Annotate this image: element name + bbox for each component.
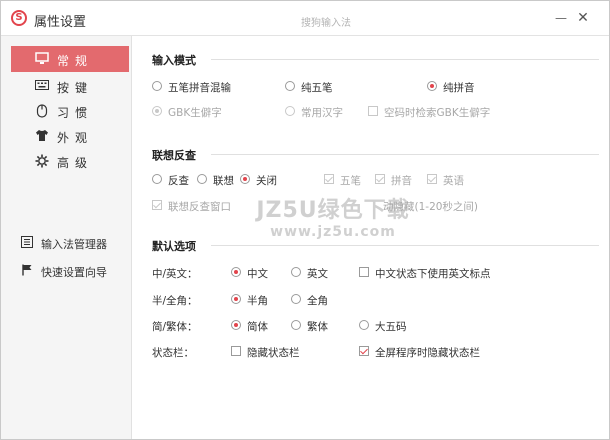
- simplified-traditional-label: 简/繁体：: [152, 321, 198, 333]
- radio-button[interactable]: [197, 174, 207, 184]
- defaults-title: 默认选项: [152, 240, 196, 253]
- radio-label: 关闭: [256, 175, 277, 187]
- flag-icon: [21, 264, 33, 276]
- sidebar-item-advanced[interactable]: 高级: [11, 148, 129, 174]
- tshirt-icon: [35, 129, 49, 143]
- reverse-lookup-title: 联想反查: [152, 149, 196, 162]
- section-divider: [211, 154, 599, 155]
- checkbox-checked[interactable]: [427, 174, 437, 184]
- radio-button[interactable]: [291, 267, 301, 277]
- window-title: 属性设置: [34, 15, 87, 30]
- checkbox[interactable]: [368, 106, 378, 116]
- tool-item-label: 输入法管理器: [41, 238, 107, 251]
- radio-button[interactable]: [152, 174, 162, 184]
- title-bar: S 属性设置 搜狗输入法 — ✕: [1, 1, 609, 36]
- sidebar-item-appearance[interactable]: 外观: [11, 123, 129, 149]
- tool-item-label: 快速设置向导: [41, 266, 107, 279]
- monitor-icon: [35, 52, 49, 66]
- radio-label: 联想: [213, 175, 234, 187]
- sidebar-item-label: 外观: [57, 131, 94, 145]
- sidebar-item-label: 常规: [57, 54, 94, 68]
- checkbox-label: 联想反查窗口: [168, 201, 231, 213]
- input-mode-title: 输入模式: [152, 54, 196, 67]
- checkbox-checked[interactable]: [152, 200, 162, 210]
- checkbox-checked[interactable]: [359, 346, 369, 356]
- checkbox-label: 英语: [443, 175, 464, 187]
- radio-label: 半角: [247, 295, 268, 307]
- section-divider: [211, 245, 599, 246]
- sidebar: 常规 按键 习惯 外观 高级 输入法管理器 快速设置向导: [1, 36, 132, 439]
- radio-button-selected[interactable]: [231, 294, 241, 304]
- radio-button[interactable]: [359, 320, 369, 330]
- checkbox-label: 空码时检索GBK生僻字: [384, 107, 491, 119]
- sidebar-item-label: 习惯: [57, 106, 94, 120]
- close-button[interactable]: ✕: [576, 11, 590, 25]
- radio-label: GBK生僻字: [168, 107, 222, 119]
- section-divider: [211, 59, 599, 60]
- watermark-url: www.jz5u.com: [270, 224, 396, 240]
- radio-label: 中文: [247, 268, 268, 280]
- keyboard-icon: [35, 79, 49, 93]
- radio-button-selected[interactable]: [152, 106, 162, 116]
- radio-button[interactable]: [285, 81, 295, 91]
- sidebar-item-keys[interactable]: 按键: [11, 73, 129, 99]
- radio-button[interactable]: [285, 106, 295, 116]
- checkbox-checked[interactable]: [324, 174, 334, 184]
- checkbox-label: 全屏程序时隐藏状态栏: [375, 347, 480, 359]
- sidebar-item-label: 按键: [57, 81, 94, 95]
- radio-label: 五笔拼音混输: [168, 82, 231, 94]
- sidebar-item-general[interactable]: 常规: [11, 46, 129, 72]
- radio-label: 繁体: [307, 321, 328, 333]
- product-name: 搜狗输入法: [301, 18, 351, 29]
- radio-button-selected[interactable]: [231, 267, 241, 277]
- radio-label: 纯拼音: [443, 82, 475, 94]
- checkbox[interactable]: [231, 346, 241, 356]
- checkbox-label: 中文状态下使用英文标点: [375, 268, 491, 280]
- radio-label: 简体: [247, 321, 268, 333]
- list-icon: [21, 236, 33, 248]
- autohide-range-label: 动隐藏(1-20秒之间): [383, 201, 479, 213]
- status-bar-label: 状态栏：: [152, 347, 194, 359]
- minimize-button[interactable]: —: [554, 11, 568, 25]
- radio-button[interactable]: [152, 81, 162, 91]
- radio-button-selected[interactable]: [240, 174, 250, 184]
- cn-en-label: 中/英文：: [152, 268, 198, 280]
- sidebar-item-habits[interactable]: 习惯: [11, 98, 129, 124]
- settings-window: S 属性设置 搜狗输入法 — ✕ 常规 按键 习惯 外观 高级 输入法管理器 快…: [0, 0, 610, 440]
- radio-button-selected[interactable]: [231, 320, 241, 330]
- checkbox-checked[interactable]: [375, 174, 385, 184]
- checkbox-label: 拼音: [391, 175, 412, 187]
- sidebar-item-label: 高级: [57, 156, 94, 170]
- checkbox-label: 五笔: [340, 175, 361, 187]
- radio-button[interactable]: [291, 320, 301, 330]
- radio-label: 大五码: [375, 321, 407, 333]
- mouse-icon: [35, 104, 49, 118]
- half-full-width-label: 半/全角：: [152, 295, 198, 307]
- radio-label: 全角: [307, 295, 328, 307]
- checkbox-label: 隐藏状态栏: [247, 347, 300, 359]
- autohide-range-text: 动隐藏(1-20秒之间): [383, 199, 478, 213]
- sogou-logo-icon: S: [11, 10, 27, 26]
- radio-label: 反查: [168, 175, 189, 187]
- radio-label: 英文: [307, 268, 328, 280]
- radio-label: 纯五笔: [301, 82, 333, 94]
- radio-button-selected[interactable]: [427, 81, 437, 91]
- radio-button[interactable]: [291, 294, 301, 304]
- checkbox[interactable]: [359, 267, 369, 277]
- gear-icon: [35, 154, 49, 168]
- radio-label: 常用汉字: [301, 107, 343, 119]
